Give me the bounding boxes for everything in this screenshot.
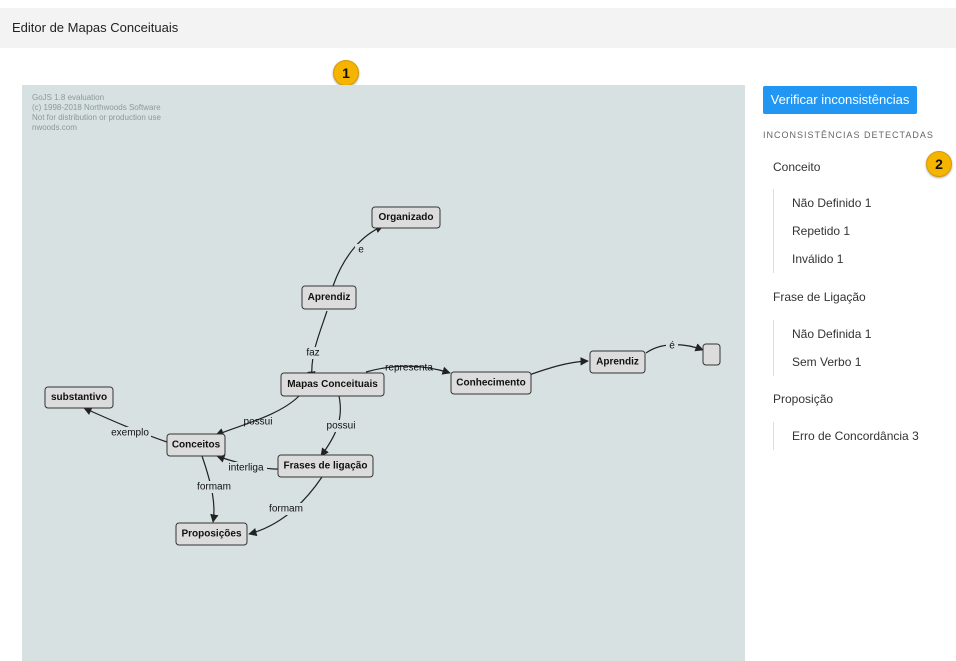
step-badge-2: 2 [926, 151, 952, 177]
step-badge-1: 1 [333, 60, 359, 86]
verify-inconsistencies-button[interactable]: Verificar inconsistências [763, 86, 917, 114]
node-conhecimento-label: Conhecimento [456, 378, 525, 389]
node-proposicoes-label: Proposições [181, 529, 241, 540]
link-label-formam-left-text: formam [197, 482, 231, 493]
node-mapas-conceituais: Mapas Conceituais [280, 372, 385, 397]
node-substantivo-label: substantivo [51, 392, 107, 403]
node-empty [702, 343, 721, 366]
frase-issues-list: Não Definida 1 Sem Verbo 1 [773, 320, 871, 376]
node-aprendiz-top-label: Aprendiz [308, 292, 351, 303]
conceito-issues-list: Não Definido 1 Repetido 1 Inválido 1 [773, 189, 871, 273]
link-label-exemplo-text: exemplo [111, 428, 149, 439]
link-label-representa-text: representa [385, 363, 433, 374]
link-label-interliga-text: interliga [228, 463, 263, 474]
issue-item[interactable]: Repetido 1 [774, 217, 871, 245]
issue-item[interactable]: Não Definido 1 [774, 189, 871, 217]
issue-item[interactable]: Erro de Concordância 3 [774, 422, 919, 450]
link-label-formam-right: formam [266, 503, 306, 515]
node-frases-label: Frases de ligação [284, 461, 368, 472]
link-conhecimento-aprendiz [528, 357, 589, 376]
link-label-faz: faz [302, 347, 324, 359]
link-label-e: e [355, 244, 367, 256]
issue-item[interactable]: Inválido 1 [774, 245, 871, 273]
link-label-interliga: interliga [225, 462, 267, 474]
app-header: Editor de Mapas Conceituais [0, 8, 956, 48]
app-title: Editor de Mapas Conceituais [12, 20, 179, 35]
issue-item[interactable]: Não Definida 1 [774, 320, 871, 348]
link-aprendiz-mapas [307, 310, 328, 380]
node-aprendiz-top: Aprendiz [301, 285, 357, 310]
link-label-e-acento-text: é [669, 341, 675, 352]
node-frases-de-ligacao: Frases de ligação [277, 454, 374, 478]
inconsistencies-heading: INCONSISTÊNCIAS DETECTADAS [763, 130, 934, 140]
node-conceitos-label: Conceitos [172, 440, 221, 451]
link-label-representa: representa [385, 363, 433, 374]
link-label-possui-left: possui [244, 417, 273, 428]
issue-item[interactable]: Sem Verbo 1 [774, 348, 871, 376]
node-conhecimento: Conhecimento [450, 371, 532, 395]
link-label-formam-right-text: formam [269, 504, 303, 515]
link-label-faz-text: faz [306, 348, 319, 359]
concept-map-canvas[interactable]: GoJS 1.8 evaluation (c) 1998-2018 Northw… [22, 85, 745, 661]
node-organizado-label: Organizado [378, 212, 433, 223]
category-frase-de-ligacao[interactable]: Frase de Ligação [773, 290, 866, 304]
link-mapas-conceitos [215, 395, 300, 437]
node-conceitos: Conceitos [166, 433, 226, 457]
link-label-possui-left-text: possui [244, 417, 273, 428]
concept-map-diagram: e faz representa é possui possui exemplo… [44, 206, 721, 546]
category-conceito[interactable]: Conceito [773, 160, 820, 174]
link-label-e-acento: é [666, 340, 678, 352]
node-organizado: Organizado [371, 206, 441, 229]
category-proposicao[interactable]: Proposição [773, 392, 833, 406]
node-substantivo: substantivo [44, 386, 114, 409]
node-mapas-label: Mapas Conceituais [287, 379, 378, 390]
link-label-possui-right: possui [324, 420, 358, 432]
link-label-possui-right-text: possui [327, 421, 356, 432]
link-label-e-text: e [358, 245, 364, 256]
proposicao-issues-list: Erro de Concordância 3 [773, 422, 919, 450]
node-aprendiz-right-label: Aprendiz [596, 357, 639, 368]
link-label-formam-left: formam [194, 481, 234, 493]
link-label-exemplo: exemplo [109, 427, 151, 439]
node-aprendiz-right: Aprendiz [589, 350, 646, 374]
node-proposicoes: Proposições [175, 522, 248, 546]
